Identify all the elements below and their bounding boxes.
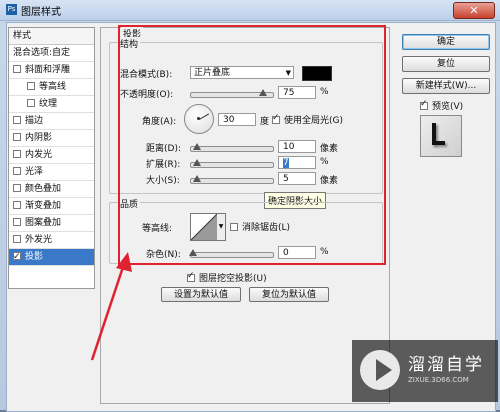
title-bar: Ps 图层样式 ✕: [0, 0, 500, 21]
knockout-label: 图层挖空投影(U): [199, 274, 267, 284]
sidebar-item-checkbox[interactable]: [13, 249, 21, 265]
sidebar-item-label: 描边: [25, 116, 44, 126]
sidebar-item-label: 混合选项:自定: [13, 48, 71, 58]
sidebar-item-label: 内发光: [25, 150, 53, 160]
sidebar-item-checkbox[interactable]: [13, 133, 21, 141]
reset-default-button[interactable]: 复位为默认值: [249, 287, 329, 302]
ok-button[interactable]: 确定: [402, 34, 490, 50]
preview-checkbox[interactable]: [420, 99, 428, 110]
sidebar-item-label: 内阴影: [25, 133, 53, 143]
play-icon: [376, 359, 392, 381]
sidebar-item-checkbox[interactable]: [13, 201, 21, 209]
sidebar-item[interactable]: 纹理: [9, 96, 94, 113]
preview-shape-foot: [432, 141, 445, 145]
sidebar-item-checkbox[interactable]: [13, 167, 21, 175]
watermark-brand: 溜溜自学: [408, 355, 484, 375]
sidebar-item-checkbox[interactable]: [13, 116, 21, 124]
styles-list-header[interactable]: 样式: [9, 28, 94, 45]
sidebar-item-label: 纹理: [39, 99, 58, 109]
sidebar-item-checkbox[interactable]: [13, 184, 21, 192]
sidebar-item[interactable]: 描边: [9, 113, 94, 130]
highlight-box: [118, 25, 386, 265]
sidebar-item[interactable]: 颜色叠加: [9, 181, 94, 198]
sidebar-item-label: 投影: [25, 252, 44, 262]
sidebar-item-checkbox[interactable]: [27, 82, 35, 90]
sidebar-item[interactable]: 内发光: [9, 147, 94, 164]
sidebar-item-checkbox[interactable]: [13, 150, 21, 158]
sidebar-item-label: 外发光: [25, 235, 53, 245]
knockout-option[interactable]: 图层挖空投影(U): [187, 271, 267, 284]
sidebar-item-checkbox[interactable]: [27, 99, 35, 107]
sidebar-item-label: 图案叠加: [25, 218, 62, 228]
sidebar-item[interactable]: 外发光: [9, 232, 94, 249]
reset-button[interactable]: 复位: [402, 56, 490, 72]
sidebar-item[interactable]: 图案叠加: [9, 215, 94, 232]
sidebar-item-label: 颜色叠加: [25, 184, 62, 194]
close-button[interactable]: ✕: [453, 2, 495, 19]
sidebar-item-checkbox[interactable]: [13, 65, 21, 73]
style-preview-thumbnail: [420, 115, 462, 157]
sidebar-item[interactable]: 等高线: [9, 79, 94, 96]
red-arrow-annotation: [90, 252, 132, 361]
sidebar-item[interactable]: 斜面和浮雕: [9, 62, 94, 79]
photoshop-app-icon: Ps: [6, 4, 17, 15]
sidebar-item[interactable]: 渐变叠加: [9, 198, 94, 215]
sidebar-item[interactable]: 混合选项:自定: [9, 45, 94, 62]
sidebar-item[interactable]: 光泽: [9, 164, 94, 181]
preview-label: 预览(V): [432, 102, 464, 112]
knockout-checkbox[interactable]: [187, 271, 195, 282]
watermark-logo-icon: [360, 350, 400, 390]
sidebar-item[interactable]: 内阴影: [9, 130, 94, 147]
sidebar-item-label: 渐变叠加: [25, 201, 62, 211]
make-default-button[interactable]: 设置为默认值: [161, 287, 241, 302]
watermark-url: ZIXUE.3D66.COM: [408, 376, 469, 384]
sidebar-item-label: 等高线: [39, 82, 67, 92]
sidebar-item-checkbox[interactable]: [13, 235, 21, 243]
sidebar-item-label: 斜面和浮雕: [25, 65, 71, 75]
window-title: 图层样式: [21, 7, 61, 18]
preview-option[interactable]: 预览(V): [420, 99, 463, 112]
new-style-button[interactable]: 新建样式(W)...: [402, 78, 490, 94]
sidebar-item-label: 光泽: [25, 167, 44, 177]
watermark: 溜溜自学 ZIXUE.3D66.COM: [352, 340, 498, 402]
sidebar-item-checkbox[interactable]: [13, 218, 21, 226]
layer-style-dialog: Ps 图层样式 ✕ 样式 混合选项:自定斜面和浮雕等高线纹理描边内阴影内发光光泽…: [0, 0, 500, 412]
